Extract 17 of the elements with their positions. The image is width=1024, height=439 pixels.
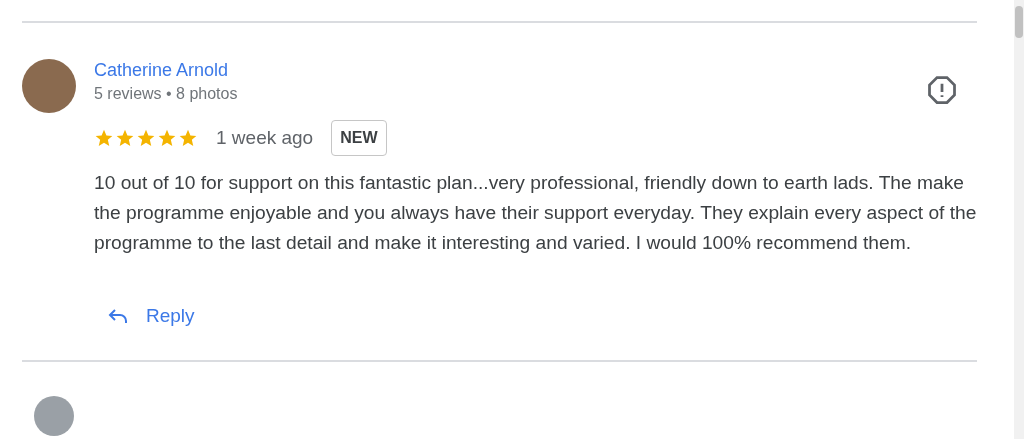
new-badge: NEW (331, 120, 387, 156)
review-time: 1 week ago (216, 125, 314, 150)
reviewer-stats: 5 reviews • 8 photos (94, 84, 238, 104)
reply-button[interactable]: Reply (100, 298, 203, 335)
star-icon (136, 128, 156, 148)
star-icon (115, 128, 135, 148)
scrollbar-thumb[interactable] (1015, 6, 1023, 38)
report-icon[interactable] (927, 75, 957, 105)
reply-arrow-icon (108, 308, 130, 325)
star-icon (94, 128, 114, 148)
review-text: 10 out of 10 for support on this fantastic plan...very professional, friendly down to earth lads. The make the programme enjoyable and you always have their support everyday. They explain every aspect of the programme to the last detail and make it interesting and varied. I would 100% recommend them. (94, 171, 977, 255)
avatar-photo-placeholder[interactable] (22, 59, 76, 113)
star-icon (157, 128, 177, 148)
reviewer-name-link[interactable]: Catherine Arnold (94, 59, 229, 81)
scrollbar[interactable] (1014, 0, 1024, 439)
avatar-photo-placeholder (34, 395, 74, 436)
star-icon (178, 128, 198, 148)
